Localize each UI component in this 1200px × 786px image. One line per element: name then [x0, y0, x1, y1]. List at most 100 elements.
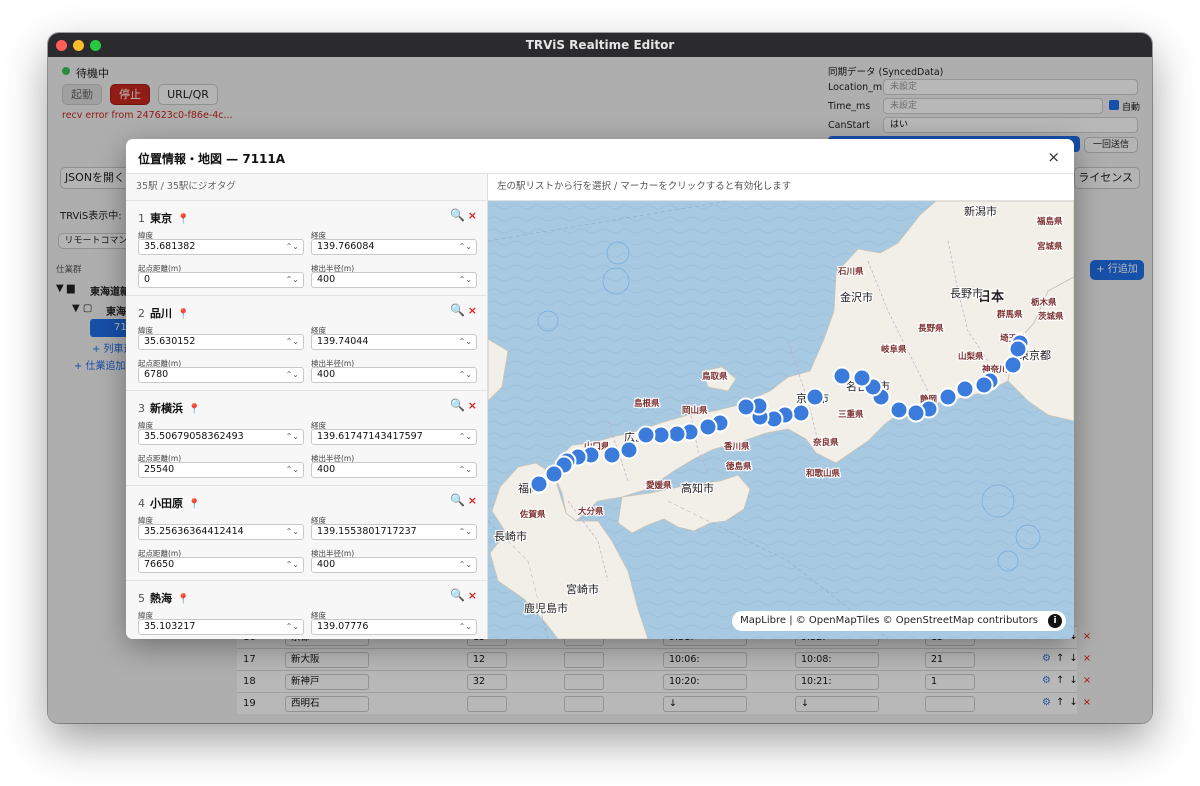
remove-icon[interactable]: ×: [468, 304, 477, 317]
station-marker[interactable]: [529, 474, 549, 494]
zoom-window-button[interactable]: [90, 40, 101, 51]
remove-icon[interactable]: ×: [468, 399, 477, 412]
station-marker[interactable]: [736, 397, 756, 417]
station-marker[interactable]: [906, 403, 926, 423]
station-marker[interactable]: [889, 400, 909, 420]
station-name: 2 品川 📍: [138, 305, 189, 321]
modal-title: 位置情報・地図 — 7111A: [138, 152, 286, 166]
remove-icon[interactable]: ×: [468, 209, 477, 222]
search-icon[interactable]: 🔍: [450, 493, 465, 507]
search-icon[interactable]: 🔍: [450, 303, 465, 317]
station-name: 4 小田原 📍: [138, 495, 200, 511]
map-label: 宮崎市: [566, 582, 599, 596]
station-item[interactable]: 2 品川 📍 🔍 × 緯度 35.630152 ⌃⌄ 経度 139.74044 ⌃⌄ 起点距離(m) 6…: [126, 296, 487, 391]
map-label: 奈良県: [812, 437, 839, 448]
station-marker[interactable]: [667, 424, 687, 444]
map-label: 長崎市: [494, 529, 527, 543]
remove-icon[interactable]: ×: [468, 589, 477, 602]
latitude-field[interactable]: 35.103217 ⌃⌄: [138, 619, 304, 635]
map-label: 山梨県: [958, 351, 984, 362]
longitude-field[interactable]: 139.07776 ⌃⌄: [311, 619, 477, 635]
stepper-icon[interactable]: ⌃⌄: [286, 463, 299, 477]
stepper-icon[interactable]: ⌃⌄: [286, 430, 299, 444]
station-marker[interactable]: [636, 425, 656, 445]
station-marker[interactable]: [805, 387, 825, 407]
attribution-text: MapLibre | © OpenMapTiles © OpenStreetMa…: [740, 615, 1038, 626]
radius-field[interactable]: 400 ⌃⌄: [311, 557, 477, 573]
stepper-icon[interactable]: ⌃⌄: [459, 620, 472, 634]
station-item[interactable]: 3 新横浜 📍 🔍 × 緯度 35.50679058362493 ⌃⌄ 経度 139.617471…: [126, 391, 487, 486]
map-label: 佐賀県: [519, 509, 546, 520]
latitude-field[interactable]: 35.681382 ⌃⌄: [138, 239, 304, 255]
map-label: 鳥取県: [702, 371, 728, 382]
close-icon[interactable]: ×: [1047, 148, 1060, 166]
stepper-icon[interactable]: ⌃⌄: [459, 335, 472, 349]
distance-field[interactable]: 25540 ⌃⌄: [138, 462, 304, 478]
station-index: 3: [138, 402, 145, 415]
station-marker[interactable]: [791, 403, 811, 423]
pin-icon: 📍: [188, 404, 201, 415]
stepper-icon[interactable]: ⌃⌄: [459, 525, 472, 539]
map-label: 和歌山県: [806, 468, 841, 479]
map-label: 大分県: [578, 506, 604, 517]
distance-field[interactable]: 0 ⌃⌄: [138, 272, 304, 288]
station-marker[interactable]: [602, 445, 622, 465]
station-marker[interactable]: [852, 368, 872, 388]
map-label: 香川県: [723, 441, 750, 452]
stepper-icon[interactable]: ⌃⌄: [286, 620, 299, 634]
minimize-window-button[interactable]: [73, 40, 84, 51]
stepper-icon[interactable]: ⌃⌄: [286, 368, 299, 382]
search-icon[interactable]: 🔍: [450, 208, 465, 222]
stepper-icon[interactable]: ⌃⌄: [286, 240, 299, 254]
longitude-field[interactable]: 139.1553801717237 ⌃⌄: [311, 524, 477, 540]
map-label: 三重県: [838, 409, 864, 420]
station-label: 熱海: [150, 592, 172, 605]
stepper-icon[interactable]: ⌃⌄: [459, 430, 472, 444]
map-label: 岡山県: [682, 405, 708, 416]
info-icon[interactable]: i: [1048, 614, 1062, 628]
stepper-icon[interactable]: ⌃⌄: [459, 368, 472, 382]
close-window-button[interactable]: [56, 40, 67, 51]
station-marker[interactable]: [1008, 339, 1028, 359]
window-title: TRViS Realtime Editor: [525, 38, 675, 52]
longitude-field[interactable]: 139.766084 ⌃⌄: [311, 239, 477, 255]
search-icon[interactable]: 🔍: [450, 588, 465, 602]
map-panel: 左の駅リストから行を選択 / マーカーをクリックすると有効化します 新潟市 福島…: [488, 174, 1074, 639]
stepper-icon[interactable]: ⌃⌄: [459, 463, 472, 477]
radius-field[interactable]: 400 ⌃⌄: [311, 272, 477, 288]
radius-field[interactable]: 400 ⌃⌄: [311, 462, 477, 478]
distance-field[interactable]: 76650 ⌃⌄: [138, 557, 304, 573]
map-svg[interactable]: 新潟市福島県宮城県日本長野市金沢市石川県長野県群馬県栃木県茨城県埼玉県東京都山梨…: [488, 201, 1074, 639]
station-item[interactable]: 5 熱海 📍 🔍 × 緯度 35.103217 ⌃⌄ 経度 139.07776 ⌃⌄: [126, 581, 487, 639]
map-label: 長野県: [918, 323, 944, 334]
distance-field[interactable]: 6780 ⌃⌄: [138, 367, 304, 383]
stepper-icon[interactable]: ⌃⌄: [459, 240, 472, 254]
station-marker[interactable]: [619, 440, 639, 460]
remove-icon[interactable]: ×: [468, 494, 477, 507]
stepper-icon[interactable]: ⌃⌄: [286, 558, 299, 572]
station-item[interactable]: 4 小田原 📍 🔍 × 緯度 35.25636364412414 ⌃⌄ 経度 139.155380…: [126, 486, 487, 581]
station-marker[interactable]: [698, 417, 718, 437]
geotag-count: 35駅 / 35駅にジオタグ: [126, 174, 487, 201]
radius-field[interactable]: 400 ⌃⌄: [311, 367, 477, 383]
stepper-icon[interactable]: ⌃⌄: [286, 525, 299, 539]
station-marker[interactable]: [974, 375, 994, 395]
stepper-icon[interactable]: ⌃⌄: [459, 273, 472, 287]
stepper-icon[interactable]: ⌃⌄: [459, 558, 472, 572]
station-marker[interactable]: [938, 387, 958, 407]
stepper-icon[interactable]: ⌃⌄: [286, 273, 299, 287]
search-icon[interactable]: 🔍: [450, 398, 465, 412]
station-marker[interactable]: [1003, 355, 1023, 375]
station-marker[interactable]: [955, 379, 975, 399]
map-canvas[interactable]: 新潟市福島県宮城県日本長野市金沢市石川県長野県群馬県栃木県茨城県埼玉県東京都山梨…: [488, 201, 1074, 639]
longitude-field[interactable]: 139.61747143417597 ⌃⌄: [311, 429, 477, 445]
latitude-field[interactable]: 35.630152 ⌃⌄: [138, 334, 304, 350]
station-marker[interactable]: [544, 464, 564, 484]
map-label: 長野市: [950, 286, 983, 300]
longitude-field[interactable]: 139.74044 ⌃⌄: [311, 334, 477, 350]
latitude-field[interactable]: 35.25636364412414 ⌃⌄: [138, 524, 304, 540]
stepper-icon[interactable]: ⌃⌄: [286, 335, 299, 349]
station-item[interactable]: 1 東京 📍 🔍 × 緯度 35.681382 ⌃⌄ 経度 139.766084 ⌃⌄ 起点距離(m)…: [126, 201, 487, 296]
latitude-field[interactable]: 35.50679058362493 ⌃⌄: [138, 429, 304, 445]
station-marker[interactable]: [832, 366, 852, 386]
